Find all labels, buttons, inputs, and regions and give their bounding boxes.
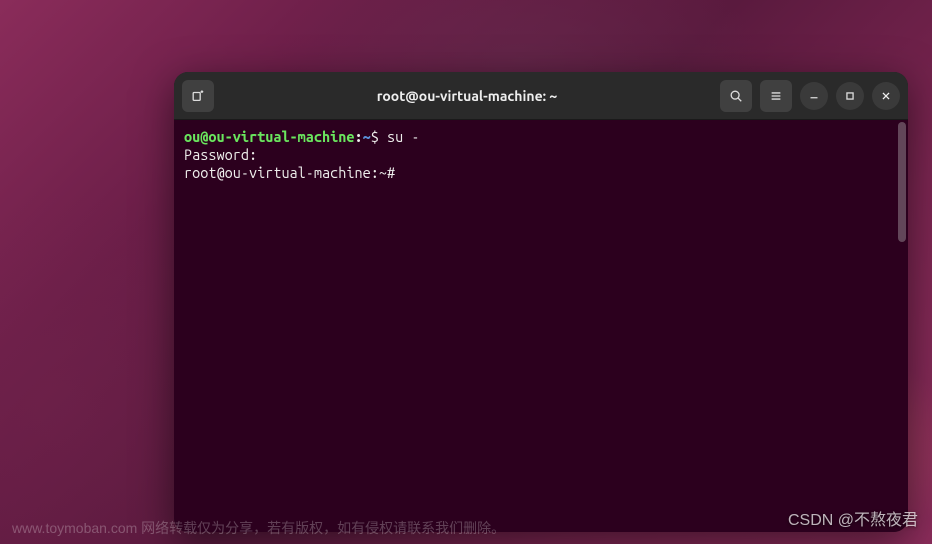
minimize-button[interactable] [800, 82, 828, 110]
scrollbar-thumb[interactable] [898, 122, 906, 242]
prompt-user-host: ou@ou-virtual-machine [184, 128, 355, 145]
prompt-colon: : [355, 128, 363, 145]
terminal-window: root@ou-virtual-machine: ~ ou@ou-virtual… [174, 72, 908, 532]
titlebar: root@ou-virtual-machine: ~ [174, 72, 908, 120]
new-tab-button[interactable] [182, 80, 214, 112]
password-prompt: Password: [184, 146, 265, 163]
prompt-symbol: $ [371, 128, 387, 145]
maximize-button[interactable] [836, 82, 864, 110]
close-button[interactable] [872, 82, 900, 110]
command-text: su - [387, 128, 419, 145]
window-title: root@ou-virtual-machine: ~ [220, 88, 714, 104]
watermark-bottom-left: www.toymoban.com 网络转载仅为分享，若有版权，如有侵权请联系我们… [12, 518, 505, 538]
prompt-path: ~ [363, 128, 371, 145]
menu-button[interactable] [760, 80, 792, 112]
search-button[interactable] [720, 80, 752, 112]
root-prompt: root@ou-virtual-machine:~# [184, 164, 403, 181]
watermark-bottom-right: CSDN @不熬夜君 [788, 506, 918, 530]
terminal-body[interactable]: ou@ou-virtual-machine:~$ su - Password: … [174, 120, 908, 532]
